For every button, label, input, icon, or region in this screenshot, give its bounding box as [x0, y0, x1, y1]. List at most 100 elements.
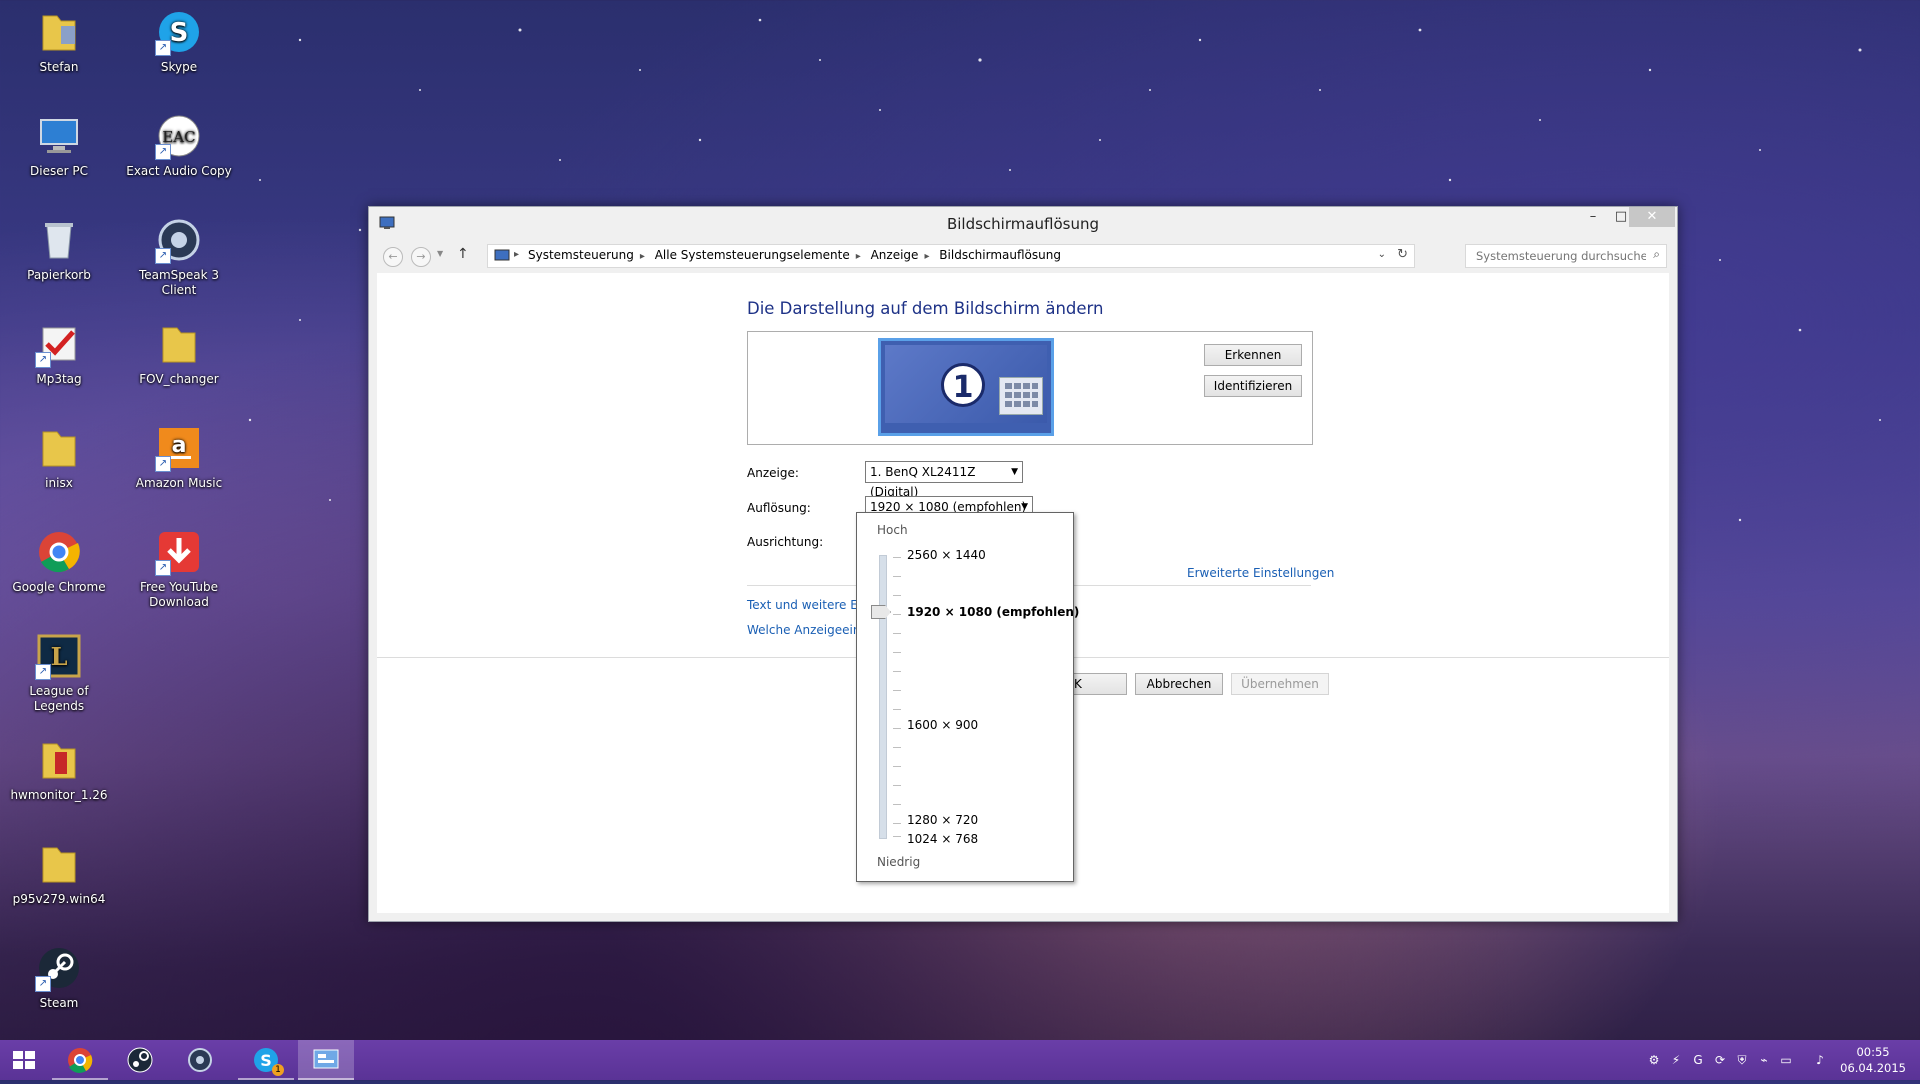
- tray-icon-network-monitor[interactable]: ⚙: [1646, 1052, 1662, 1068]
- desktop-icon-mp3tag[interactable]: ↗ Mp3tag: [5, 320, 113, 387]
- svg-text:L: L: [51, 642, 68, 671]
- desktop-icon-steam[interactable]: ↗ Steam: [5, 944, 113, 1011]
- orientation-label: Ausrichtung:: [747, 535, 824, 549]
- search-icon[interactable]: ⌕: [1653, 247, 1660, 262]
- desktop-icon-league-of-legends[interactable]: L ↗ League of Legends: [5, 632, 113, 714]
- windows-logo-icon: [13, 1051, 35, 1069]
- folder-icon: [35, 8, 83, 56]
- slider-tick: [893, 614, 901, 615]
- slider-tick: [893, 595, 901, 596]
- shortcut-arrow-icon: ↗: [155, 248, 171, 264]
- taskbar-control-panel[interactable]: [298, 1040, 354, 1080]
- desktop-icon-fov-changer[interactable]: FOV_changer: [125, 320, 233, 387]
- navigation-bar: ← → ▼ ↑ ▸ Systemsteuerung ▸ Alle Systemst…: [375, 243, 1671, 269]
- taskbar-chrome[interactable]: [52, 1040, 108, 1080]
- forward-button[interactable]: →: [411, 247, 431, 267]
- steam-icon: ↗: [35, 944, 83, 992]
- resolution-slider-popup[interactable]: Hoch 2560 × 1440 1920 × 1080 (empfohlen)…: [856, 512, 1079, 882]
- desktop-icon-this-pc[interactable]: Dieser PC: [5, 112, 113, 179]
- resolution-slider-thumb[interactable]: [871, 605, 891, 619]
- taskbar-skype[interactable]: S 1: [238, 1040, 294, 1080]
- close-button[interactable]: ✕: [1629, 207, 1675, 227]
- breadcrumb-item[interactable]: Bildschirmauflösung: [939, 248, 1061, 262]
- slider-tick: [893, 836, 901, 837]
- identify-button[interactable]: Identifizieren: [1204, 375, 1302, 397]
- slider-tick: [893, 633, 901, 634]
- taskbar-steam[interactable]: [112, 1040, 168, 1080]
- minimize-button[interactable]: –: [1579, 207, 1607, 227]
- desktop-icon-teamspeak[interactable]: ↗ TeamSpeak 3 Client: [125, 216, 233, 298]
- tray-icon-volume[interactable]: ♪: [1812, 1052, 1828, 1068]
- search-box[interactable]: ⌕: [1465, 244, 1667, 268]
- desktop-icon-inisx[interactable]: inisx: [5, 424, 113, 491]
- recent-locations-icon[interactable]: ▼: [437, 249, 443, 258]
- recycle-bin-icon: [35, 216, 83, 264]
- cancel-button[interactable]: Abbrechen: [1135, 673, 1223, 695]
- breadcrumb-separator-icon: ▸: [514, 249, 520, 260]
- folder-icon: [155, 320, 203, 368]
- desktop-icon-skype[interactable]: S ↗ Skype: [125, 8, 233, 75]
- desktop-icon-stefan[interactable]: Stefan: [5, 8, 113, 75]
- mp3tag-icon: ↗: [35, 320, 83, 368]
- detect-button[interactable]: Erkennen: [1204, 344, 1302, 366]
- display-label: Anzeige:: [747, 466, 799, 480]
- teamspeak-icon: ↗: [155, 216, 203, 264]
- tray-icon-flash[interactable]: ⚡: [1668, 1052, 1684, 1068]
- chevron-down-icon[interactable]: ⌄: [1378, 249, 1386, 260]
- desktop-icon-free-youtube-download[interactable]: ↗ Free YouTube Download: [125, 528, 233, 610]
- up-button[interactable]: ↑: [457, 246, 469, 262]
- desktop-icon-label: p95v279.win64: [12, 892, 106, 906]
- svg-text:S: S: [260, 1051, 272, 1070]
- resolution-slider-track[interactable]: [879, 555, 887, 839]
- control-panel-icon: [494, 249, 510, 267]
- which-settings-link[interactable]: Welche Anzeigeeinst: [747, 623, 871, 637]
- desktop-icon-amazon-music[interactable]: a ↗ Amazon Music: [125, 424, 233, 491]
- display-select-value: 1. BenQ XL2411Z (Digital): [870, 465, 976, 499]
- desktop-icon-hwmonitor[interactable]: hwmonitor_1.26: [5, 736, 113, 803]
- breadcrumb-separator-icon: ▸: [639, 251, 645, 262]
- monitor-1-preview[interactable]: 1: [878, 338, 1054, 436]
- slider-tick: [893, 671, 901, 672]
- shortcut-arrow-icon: ↗: [155, 560, 171, 576]
- low-label: Niedrig: [877, 855, 921, 869]
- start-button[interactable]: [0, 1040, 48, 1080]
- ok-button[interactable]: K: [1067, 673, 1127, 695]
- breadcrumb-item[interactable]: Systemsteuerung: [528, 248, 634, 262]
- computer-icon: [35, 112, 83, 160]
- desktop-icon-p95[interactable]: p95v279.win64: [5, 840, 113, 907]
- tray-icon-g[interactable]: G: [1690, 1052, 1706, 1068]
- resolution-option[interactable]: 1600 × 900: [907, 718, 978, 732]
- resolution-option-selected[interactable]: 1920 × 1080 (empfohlen): [907, 605, 1079, 619]
- desktop-icon-eac[interactable]: EAC ↗ Exact Audio Copy: [125, 112, 233, 179]
- resolution-option[interactable]: 2560 × 1440: [907, 548, 986, 562]
- breadcrumb-item[interactable]: Alle Systemsteuerungselemente: [655, 248, 850, 262]
- tray-icon-network[interactable]: ▭: [1778, 1052, 1794, 1068]
- shortcut-arrow-icon: ↗: [35, 352, 51, 368]
- back-button[interactable]: ←: [383, 247, 403, 267]
- resolution-option[interactable]: 1024 × 768: [907, 832, 978, 846]
- tray-icon-usb[interactable]: ⌁: [1756, 1052, 1772, 1068]
- display-select[interactable]: 1. BenQ XL2411Z (Digital) ▼: [865, 461, 1023, 499]
- refresh-icon[interactable]: ↻: [1397, 247, 1408, 262]
- slider-tick: [893, 747, 901, 748]
- desktop-icon-label: inisx: [45, 476, 73, 490]
- search-input[interactable]: [1474, 248, 1648, 264]
- shortcut-arrow-icon: ↗: [35, 664, 51, 680]
- apply-button[interactable]: Übernehmen: [1231, 673, 1329, 695]
- breadcrumb-item[interactable]: Anzeige: [871, 248, 919, 262]
- tray-icon-sync[interactable]: ⟳: [1712, 1052, 1728, 1068]
- taskbar-teamspeak[interactable]: [172, 1040, 228, 1080]
- shortcut-arrow-icon: ↗: [155, 144, 171, 160]
- address-bar[interactable]: ▸ Systemsteuerung ▸ Alle Systemsteuerungs…: [487, 244, 1415, 268]
- desktop-icon-google-chrome[interactable]: Google Chrome: [5, 528, 113, 595]
- svg-text:S: S: [170, 18, 189, 48]
- taskbar-clock[interactable]: 00:55 06.04.2015: [1840, 1044, 1906, 1076]
- resolution-label: Auflösung:: [747, 501, 811, 515]
- resolution-option[interactable]: 1280 × 720: [907, 813, 978, 827]
- skype-icon: S: [254, 1048, 278, 1072]
- tray-icon-shield[interactable]: ⛨: [1734, 1052, 1750, 1068]
- advanced-settings-link[interactable]: Erweiterte Einstellungen: [1187, 566, 1334, 580]
- desktop-icon-recycle-bin[interactable]: Papierkorb: [5, 216, 113, 283]
- title-bar[interactable]: Bildschirmauflösung – □ ✕: [369, 207, 1677, 241]
- slider-tick: [893, 576, 901, 577]
